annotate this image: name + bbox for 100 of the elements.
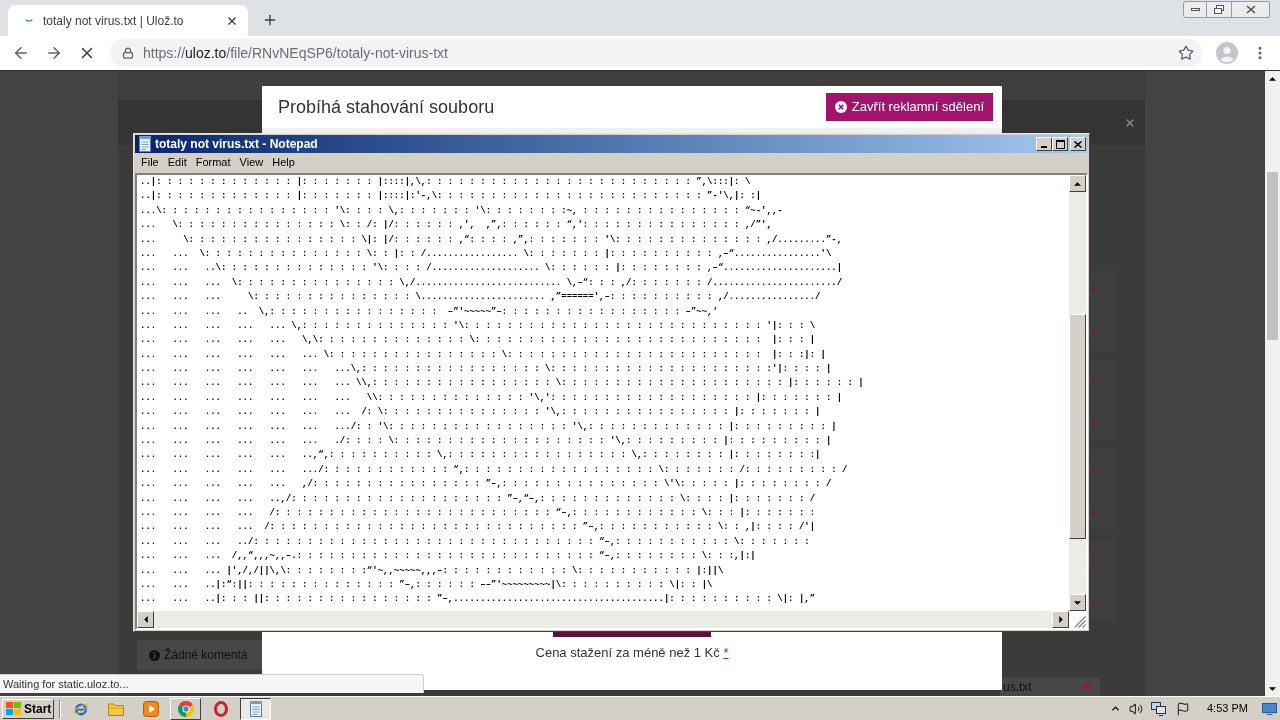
forward-icon[interactable] [45, 44, 63, 62]
address-field[interactable]: https://uloz.to/file/RNvNEqSP6/totaly-not-virus-txt [110, 39, 1202, 67]
text-line: ... ... ... ... ... ... .../: : '\: : : : : : : : : : : : : : : : : '\,: : : : : : : : : : : : : |: : : : : : : : : | [140, 420, 837, 434]
scroll-up-icon [1269, 76, 1276, 81]
minimize-icon [1190, 8, 1200, 11]
text-line: ... ... ... ... ... ... ...\,: : : : : : : : : : : : : : : : : \: : : : : : : : : : : : : : : : : : : : :'|: : : : | [140, 363, 832, 377]
lock-icon [122, 47, 134, 59]
text-line: ... ... ... ... ... ... ... \\: : : : : : : : : : : : : : '\,': : : : : : : : : : : : : : : : : : : |: : : : : : : | [140, 391, 843, 405]
arrow-right-icon [1058, 616, 1063, 623]
star-icon [1091, 420, 1097, 426]
close-icon[interactable] [1124, 116, 1136, 129]
price-note: Cena stažení za méně než 1 Kč * [534, 645, 730, 660]
scrollbar-thumb[interactable] [1267, 172, 1278, 340]
text-line: ... ... ... \: : : : : : : : : : : : : : : \,/........................... \,–“: : : ,/: : : : : : : /......................./ [140, 276, 843, 290]
info-icon [149, 649, 160, 661]
close-circle-icon [834, 101, 847, 113]
text-line: ... ... ... ... ..,/: : : : : : : : : : : : : : : : : : : : ”–,“–,: : : : : : : : : : : : : \: : : : |: : : : : : : / [140, 492, 816, 506]
star-icon [1082, 682, 1092, 692]
folder-icon [107, 701, 124, 716]
scroll-down-button[interactable] [1069, 594, 1086, 611]
close-window-button[interactable] [1232, 1, 1270, 18]
close-icon [1074, 140, 1082, 148]
text-line: ... ... ... ... ... ... ... /: \: : : : : : : : : : : : : : : '\,: : : : : : : : : : : : : : : : |: : : : : : : | [140, 406, 821, 420]
close-ad-button[interactable]: Zavřít reklamní sdělení [825, 93, 993, 121]
arrow-down-icon [1074, 600, 1081, 605]
star-icon [1091, 286, 1097, 292]
scrollbar-thumb[interactable] [1069, 314, 1086, 539]
text-line: ... \: : : : : : : : : : : : : : : \: : /: |/: : : : : : ,', ,”,: : : : : : “,': : : : : : : : : : : : : : : ,/”', [140, 219, 772, 233]
start-button[interactable]: Start [2, 698, 54, 719]
text-line: ... ... ... ... ... ..,“,: : : : : : : : : : \,: : : : : : : : : : : : : : : : : \,: : : : : : : : |: : : : : : : :| [140, 449, 821, 463]
text-line: ... ... ... ... /: : : : : : : : : : : : : : : : : : : : : : : : : : “–,: : : : : : : : : : : : \: : : |: : : : : : : [140, 507, 816, 520]
text-line: ... ... ... ... ... ,/: : : : : : : : : : : : : : : : ”–,: : : : : : : : : : : : : : : \'\: : : : : |: : : : : : : : / [140, 478, 832, 492]
vertical-scrollbar[interactable] [1069, 175, 1086, 611]
clock[interactable]: 4:53 PM [1207, 700, 1248, 717]
close-icon [1245, 5, 1256, 14]
menu-item[interactable]: Help [272, 154, 295, 171]
text-line: ... ... ..\: : : : : : : : : : : : : : '\: : : : /.................... \: : : : : : |: : : : : : : : ,–“.....................| [140, 262, 843, 276]
menu-item[interactable]: View [239, 154, 264, 171]
star-icon [1091, 330, 1097, 336]
scroll-left-button[interactable] [137, 611, 154, 628]
taskbar-item[interactable] [240, 697, 271, 720]
minimize-button[interactable] [1183, 1, 1207, 18]
play-icon [142, 700, 159, 717]
text-line: ... ... ..|: : : ||: : : : : : : : : : : : : : : : ”–,.......................................|: : : : : : : : : : \|: |,” [140, 593, 816, 607]
resize-grip-icon[interactable] [1074, 616, 1086, 628]
text-line: ..|: : : : : : : : : : : : : |: : : : : : : |::::|,\,: : : : : : : : : : : : : : : : : : : : : : : : : ”,\:::|: \ [140, 176, 751, 189]
text-line: ... ... ... ... ... ... ./: : : : \: : : : : : : : : : : : : : : : : : : : '\,: : : : : : : : : |: : : : : : : : : | [140, 435, 832, 449]
browser-tab[interactable]: totaly not virus.txt | Ulož.to [8, 5, 248, 36]
ring-icon [212, 700, 229, 717]
text-line: ... ... ... ... ... \,\: : : : : : : : : : : : : : \: : : : : : : : : : : : : : : : : : : : : : : : : : : |: : : | [140, 334, 816, 348]
monitor-icon[interactable] [1151, 701, 1167, 716]
text-line: ... ... ... ... ... .../: : : : : : : : : : : : “,: : : : : : : : : : : : : : : : : : \: : : : : : : /: : : : : : : : : / [140, 463, 848, 477]
status-bubble: Waiting for static.uloz.to... [0, 674, 424, 693]
footnote-link[interactable]: * [723, 645, 729, 660]
speaker-icon[interactable] [1129, 701, 1143, 716]
notepad-icon [248, 700, 263, 717]
arrow-left-icon [143, 616, 148, 623]
star-icon [1091, 466, 1097, 472]
back-icon[interactable] [12, 44, 30, 62]
text-line: ... ... ... ../: : : : : : : : : : : : : : : : : : : : : : : : : : : : : : : : “–,: : : : : : : : : : : \: : : : : : : [140, 535, 810, 549]
star-icon [1091, 510, 1097, 516]
text-line: ..|: : : : : : : : : : : : : |: : : : : : : |::::|:'-,\: : : : : : : : : : : : : : : : : : : : : : : : : ”-'\,|: :| [140, 190, 762, 204]
scroll-up-button[interactable] [1069, 175, 1086, 192]
text-line: ... ... ... ... ... ... \: : : : : : : : : : : : : : : : \: : : : : : : : : : : : : : : : : : : : : : : : |: : :|: | [140, 348, 826, 362]
text-line: ... ... ... |',/,/||\,\: : : : : : : :“'~,,~~~~~,,,–: : : : : : : : : : : : \: : : : : : : : : : : |:||\ [140, 564, 724, 578]
chevron-up-icon[interactable] [1110, 703, 1121, 714]
scroll-down-icon [1269, 686, 1276, 691]
text-line: ... ... \: : : : : : : : : : : : : : : \: : |: : /................. \: : : : : : : |: : : : : : : : : : ,–“................'\ [140, 247, 832, 261]
menu-item[interactable]: Format [195, 154, 231, 171]
star-icon [1091, 376, 1097, 382]
restore-icon [1214, 5, 1224, 14]
new-tab-icon[interactable] [262, 12, 278, 28]
text-line: ... ... ... /,,“,,,~,,–.: : : : : : : : : : : : : : : : : : : : : : : : : : : : “–,: : : : : : : : \: : :,|:| [140, 550, 756, 564]
scroll-right-button[interactable] [1052, 611, 1069, 628]
text-line: ... ... ... ... /: : : : : : : : : : : : : : : : : : : : : : : : : : : : : ”–,: : : : : : : : : : : \: : ,|: : : : /'| [140, 521, 816, 535]
text-line: ...\: : : : : : : : : : : : : : : : '\: : : : \,: : : : : : : '\: : : : : : : :~, : : : : : : : : : : : : : : : “~-',,- [140, 204, 783, 218]
menu-item[interactable]: Edit [167, 154, 187, 171]
restore-button[interactable] [1207, 1, 1232, 18]
text-line: ... ... ... ... ... ... ... \\,: : : : : : : : : : : : : : : : : \: : : : : : : : : : : : : : : : : : : : : |: : : : : : | [140, 377, 864, 391]
text-line: ... \: : : : : : : : : : : : : : : : \|: |/: : : : : : ,“: : : : ,”,: : : : : : : '\: : : : : : : : : : : : : : ,/.........”-, [140, 233, 843, 247]
close-icon [228, 16, 236, 25]
text-line: ... ... ... \: : : : : : : : : : : : : : : \....................... ,”======',–: : : : : : : : : : ,/................/ [140, 291, 821, 305]
close-button[interactable] [1070, 137, 1086, 151]
page-scrollbar[interactable] [1265, 71, 1280, 696]
show-desktop-icon[interactable] [1262, 702, 1277, 715]
maximize-button[interactable] [1052, 137, 1068, 151]
bookmark-star-icon[interactable] [1178, 45, 1194, 61]
text-line: ... ... ... ... ... \,: : : : : : : : : : : : : : '\: : : : : : : : : : : : : : : : : : : : : : : : : : : : '|: : : \ [140, 319, 816, 333]
flag-icon[interactable] [1176, 701, 1190, 716]
horizontal-scrollbar[interactable] [137, 611, 1069, 628]
menu-item[interactable]: File [141, 154, 159, 171]
dialog-title: Probíhá stahování souboru [278, 95, 495, 119]
circle-logo-icon [177, 700, 194, 717]
arrow-up-icon [1074, 181, 1081, 186]
notepad-icon [138, 136, 152, 152]
maximize-icon [1055, 139, 1065, 149]
window-title: totaly not virus.txt - Notepad [155, 136, 318, 153]
star-icon [1091, 600, 1097, 606]
star-icon [1091, 556, 1097, 562]
text-line: ... ... ... .. \,: : : : : : : : : : : : : : : : –”'~~~~~”–: : : : : : : : : : : : : : : : : –”~~,' [140, 305, 718, 319]
